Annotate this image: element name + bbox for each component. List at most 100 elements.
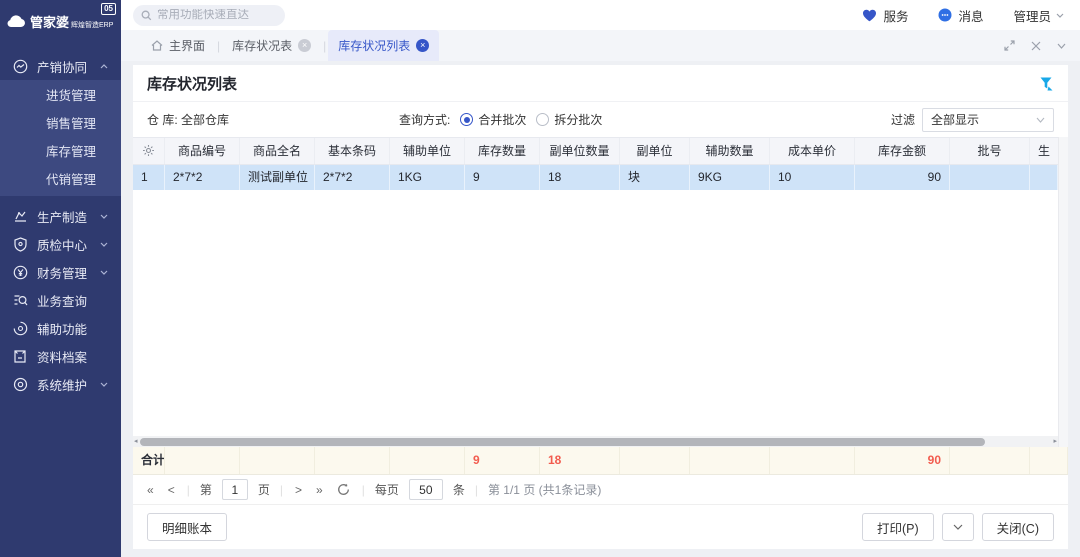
- close-button[interactable]: 关闭(C): [982, 513, 1054, 541]
- col-header[interactable]: 库存金额: [855, 138, 950, 164]
- per-page-input[interactable]: [409, 479, 443, 500]
- table-total-row: 合计 9 18 90: [133, 447, 1068, 475]
- col-header[interactable]: 商品编号: [165, 138, 240, 164]
- sidebar-item-business-query[interactable]: 业务查询: [0, 286, 121, 314]
- first-page-button[interactable]: «: [145, 483, 156, 497]
- tab-inventory-status-report[interactable]: 库存状况表 ×: [222, 30, 321, 61]
- cell-sub-unit-qty: 18: [540, 165, 620, 190]
- radio-selected-icon: [460, 113, 473, 126]
- col-header[interactable]: 商品全名: [240, 138, 315, 164]
- cell-barcode: 2*7*2: [315, 165, 390, 190]
- tab-list-chevron-icon[interactable]: [1057, 43, 1066, 49]
- topbar: 服务 消息 管理员: [121, 0, 1080, 30]
- sidebar-item-auxiliary[interactable]: 辅助功能: [0, 314, 121, 342]
- horizontal-scrollbar[interactable]: ◂ ▸: [133, 436, 1058, 447]
- col-header[interactable]: 辅助数量: [690, 138, 770, 164]
- sidebar-menu: 产销协同 进货管理 销售管理 库存管理 代销管理 生产制造: [0, 42, 121, 557]
- filter-label: 过滤: [891, 111, 915, 128]
- cell-batch-no: [950, 165, 1030, 190]
- shield-icon: [12, 236, 28, 252]
- page-title: 库存状况列表: [147, 73, 237, 94]
- close-icon[interactable]: ×: [416, 39, 429, 52]
- cell-product-code: 2*7*2: [165, 165, 240, 190]
- scroll-left-arrow-icon[interactable]: ◂: [134, 437, 138, 445]
- warehouse-value[interactable]: 全部仓库: [181, 111, 229, 128]
- search-input[interactable]: [157, 9, 277, 21]
- col-header[interactable]: 批号: [950, 138, 1030, 164]
- radio-split-batch[interactable]: 拆分批次: [536, 111, 602, 128]
- table-empty-area: [133, 190, 1058, 436]
- query-mode-label: 查询方式:: [399, 111, 450, 128]
- prev-page-button[interactable]: <: [166, 483, 177, 497]
- sidebar-item-product-sales[interactable]: 产销协同: [0, 52, 121, 80]
- sidebar-item-system[interactable]: 系统维护: [0, 370, 121, 398]
- vertical-scrollbar[interactable]: [1058, 137, 1068, 447]
- archive-icon: [12, 348, 28, 364]
- cloud-logo-icon: [6, 15, 26, 28]
- col-header[interactable]: 副单位: [620, 138, 690, 164]
- chevron-down-icon: [99, 270, 109, 275]
- inventory-table: 商品编号 商品全名 基本条码 辅助单位 库存数量 副单位数量 副单位 辅助数量 …: [133, 137, 1068, 447]
- message-link[interactable]: 消息: [938, 6, 983, 25]
- col-header[interactable]: 副单位数量: [540, 138, 620, 164]
- sidebar-item-inventory-mgmt[interactable]: 库存管理: [0, 138, 121, 166]
- close-all-icon[interactable]: [1031, 41, 1041, 51]
- quick-search[interactable]: [133, 5, 285, 26]
- col-header[interactable]: 基本条码: [315, 138, 390, 164]
- cell-aux-qty: 9KG: [690, 165, 770, 190]
- finance-icon: [12, 264, 28, 280]
- detail-ledger-button[interactable]: 明细账本: [147, 513, 227, 541]
- table-row[interactable]: 1 2*7*2 测试副单位 2*7*2 1KG 9 18 块 9KG 10 90: [133, 165, 1058, 190]
- production-icon: [12, 208, 28, 224]
- print-button[interactable]: 打印(P): [862, 513, 934, 541]
- total-label: 合计: [133, 447, 165, 474]
- sidebar-item-archives[interactable]: 资料档案: [0, 342, 121, 370]
- brand-subtitle: 辉煌智造ERP: [71, 20, 113, 30]
- filter-row: 仓 库: 全部仓库 查询方式: 合并批次 拆分批次: [133, 102, 1068, 137]
- last-page-button[interactable]: »: [314, 483, 325, 497]
- filter-select[interactable]: 全部显示: [922, 108, 1054, 132]
- app-window: 管家婆 辉煌智造ERP 05 产销协同 进货管理 销售管理 库存管理 代销管理: [0, 0, 1080, 557]
- row-number: 1: [133, 165, 165, 190]
- close-icon[interactable]: ×: [298, 39, 311, 52]
- col-header[interactable]: 库存数量: [465, 138, 540, 164]
- footer-toolbar: 明细账本 打印(P) 关闭(C): [133, 505, 1068, 549]
- user-menu[interactable]: 管理员: [1013, 6, 1064, 25]
- tabbar: 主界面 | 库存状况表 × | 库存状况列表 ×: [121, 30, 1080, 61]
- col-header[interactable]: 成本单价: [770, 138, 855, 164]
- sidebar-item-sales-mgmt[interactable]: 销售管理: [0, 110, 121, 138]
- refresh-icon[interactable]: [335, 483, 352, 496]
- sidebar-item-production[interactable]: 生产制造: [0, 202, 121, 230]
- chevron-down-icon: [1056, 13, 1064, 18]
- scrollbar-thumb[interactable]: [140, 438, 985, 446]
- col-header[interactable]: 生: [1030, 138, 1058, 164]
- tab-inventory-status-list[interactable]: 库存状况列表 ×: [328, 30, 439, 61]
- next-page-button[interactable]: >: [293, 483, 304, 497]
- sidebar-item-finance[interactable]: 财务管理: [0, 258, 121, 286]
- cell-stock-amount: 90: [855, 165, 950, 190]
- column-settings-gear-icon[interactable]: [133, 138, 165, 164]
- service-link[interactable]: 服务: [862, 6, 908, 25]
- print-options-chevron-button[interactable]: [942, 513, 974, 541]
- col-header[interactable]: 辅助单位: [390, 138, 465, 164]
- sidebar-item-consignment-mgmt[interactable]: 代销管理: [0, 166, 121, 194]
- pagination-bar: « < | 第 页 | > » | 每页 条 |: [133, 475, 1068, 505]
- tab-separator: |: [217, 39, 220, 53]
- radio-merge-batch[interactable]: 合并批次: [460, 111, 526, 128]
- brand-version-badge: 05: [101, 3, 116, 15]
- message-icon: [938, 8, 952, 22]
- page-number-input[interactable]: [222, 479, 248, 500]
- tab-home[interactable]: 主界面: [141, 30, 215, 61]
- radio-unselected-icon: [536, 113, 549, 126]
- filter-funnel-icon[interactable]: [1039, 76, 1054, 91]
- cell-product-name: 测试副单位: [240, 165, 315, 190]
- chevron-down-icon: [99, 382, 109, 387]
- table-header-row: 商品编号 商品全名 基本条码 辅助单位 库存数量 副单位数量 副单位 辅助数量 …: [133, 137, 1058, 165]
- scroll-right-arrow-icon[interactable]: ▸: [1053, 437, 1057, 445]
- cell-sub-unit: 块: [620, 165, 690, 190]
- cell-prod-date: [1030, 165, 1058, 190]
- sidebar-item-purchase-mgmt[interactable]: 进货管理: [0, 82, 121, 110]
- cell-aux-unit: 1KG: [390, 165, 465, 190]
- sidebar-item-quality[interactable]: 质检中心: [0, 230, 121, 258]
- maximize-icon[interactable]: [1004, 40, 1015, 51]
